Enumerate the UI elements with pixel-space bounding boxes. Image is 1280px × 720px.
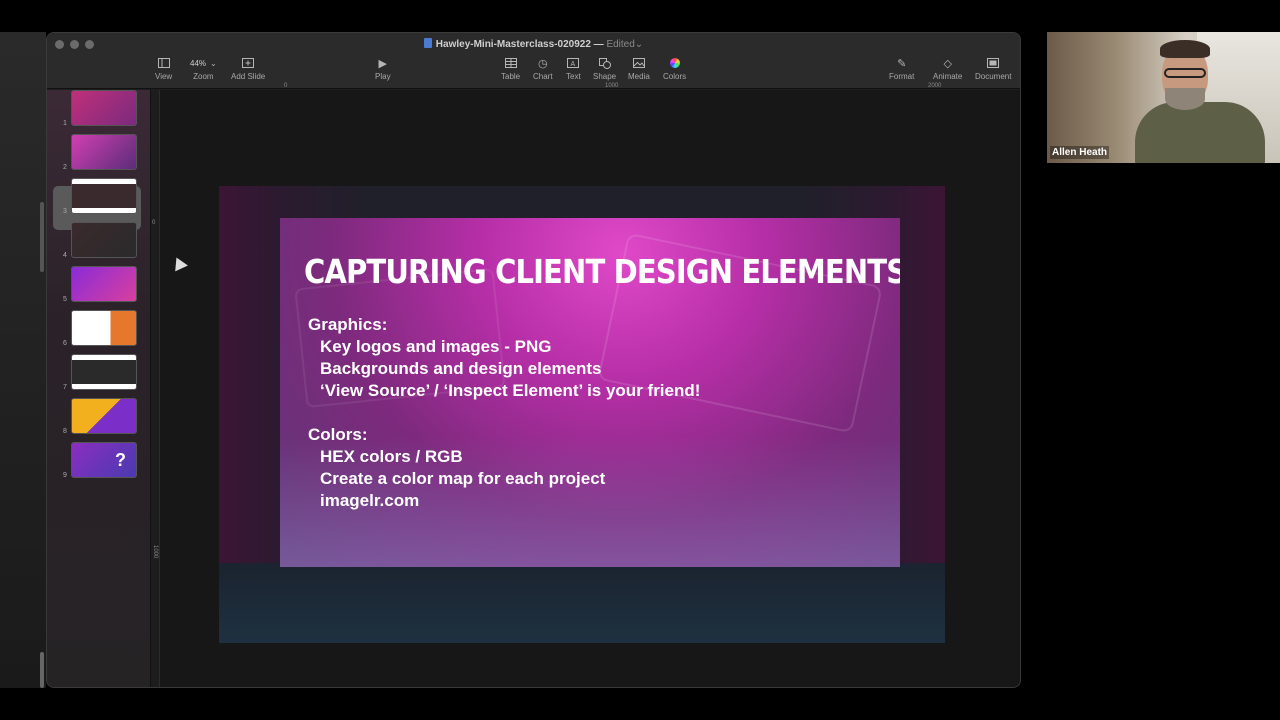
slide-thumbnail-4[interactable] [71, 222, 137, 258]
graphics-heading: Graphics: [308, 315, 388, 334]
participant-video[interactable]: Allen Heath [1047, 32, 1280, 163]
paintbrush-icon: ✎ [897, 57, 907, 70]
colors-item: HEX colors / RGB [320, 447, 463, 466]
slide-body-text[interactable]: Graphics: Key logos and images - PNG Bac… [308, 314, 700, 512]
view-button[interactable]: View [155, 55, 172, 81]
graphics-item: Backgrounds and design elements [320, 359, 602, 378]
ruler-mark: 0 [284, 83, 288, 89]
text-icon: A [567, 55, 580, 71]
ruler-mark: 0 [152, 220, 156, 226]
text-button[interactable]: A Text [566, 55, 581, 81]
add-slide-label: Add Slide [231, 72, 266, 81]
shape-icon [598, 55, 611, 71]
slide-thumbnail-9[interactable]: ? [71, 442, 137, 478]
colors-item: imagelr.com [320, 491, 420, 510]
graphics-item: Key logos and images - PNG [320, 337, 552, 356]
play-button[interactable]: ▶ Play [375, 55, 391, 82]
shape-label: Shape [593, 72, 617, 81]
document-title[interactable]: Hawley-Mini-Masterclass-020922 — Edited⌄ [47, 38, 1020, 50]
document-button[interactable]: Document [975, 55, 1011, 81]
slide-number: 3 [63, 208, 67, 215]
format-button[interactable]: ✎ Format [889, 55, 915, 82]
view-label: View [155, 72, 173, 81]
svg-text:A: A [571, 61, 576, 68]
toolbar: Hawley-Mini-Masterclass-020922 — Edited⌄… [47, 33, 1020, 89]
text-label: Text [566, 72, 581, 81]
chart-icon: ◷ [537, 57, 548, 70]
chart-button[interactable]: ◷ Chart [533, 55, 553, 82]
chart-label: Chart [533, 72, 553, 81]
slide-number: 8 [63, 428, 67, 435]
slide-number: 4 [63, 252, 67, 259]
slide-title[interactable]: CAPTURING CLIENT DESIGN ELEMENTS [304, 252, 900, 291]
participant-hair [1160, 40, 1210, 58]
slide-footer-band [219, 563, 945, 643]
document-label: Document [975, 72, 1012, 81]
zoom-label: Zoom [193, 72, 214, 81]
question-mark-icon: ? [115, 450, 126, 470]
colors-item: Create a color map for each project [320, 469, 606, 488]
slide-image-panel[interactable]: CAPTURING CLIENT DESIGN ELEMENTS Graphic… [280, 218, 900, 567]
participant-beard [1165, 88, 1205, 110]
document-title-text: Hawley-Mini-Masterclass-020922 [435, 39, 591, 50]
vertical-ruler: 0 1000 [151, 90, 160, 687]
slide-thumbnail-6[interactable] [71, 310, 137, 346]
media-label: Media [628, 72, 650, 81]
document-icon [423, 38, 432, 48]
zoom-value: 44% [190, 58, 207, 68]
current-slide[interactable]: CAPTURING CLIENT DESIGN ELEMENTS Graphic… [219, 186, 945, 643]
desktop-background [0, 32, 46, 688]
colors-button[interactable]: Colors [663, 55, 686, 81]
participant-glasses [1164, 68, 1206, 78]
ruler-mark: 2000 [928, 83, 942, 89]
slide-number: 5 [63, 296, 67, 303]
slide-canvas[interactable]: CAPTURING CLIENT DESIGN ELEMENTS Graphic… [160, 90, 1020, 687]
chevron-down-icon: ⌄ [210, 58, 217, 68]
zoom-button[interactable]: 44% ⌄ Zoom [190, 55, 217, 82]
animate-label: Animate [933, 72, 963, 81]
animate-button[interactable]: ◇ Animate [933, 55, 963, 82]
slide-number: 6 [63, 340, 67, 347]
sidebar-icon [157, 55, 170, 71]
ruler-mark: 1000 [605, 83, 619, 89]
slide-number: 2 [63, 164, 67, 171]
screen: Hawley-Mini-Masterclass-020922 — Edited⌄… [0, 0, 1280, 720]
table-icon [504, 55, 517, 71]
background-window-edge [40, 202, 44, 272]
shape-button[interactable]: Shape [593, 55, 616, 81]
slide-thumbnail-3[interactable] [71, 178, 137, 214]
slide-number: 9 [63, 472, 67, 479]
slide-number: 1 [63, 120, 67, 127]
slide-number: 7 [63, 384, 67, 391]
format-label: Format [889, 72, 915, 81]
slide-thumbnail-2[interactable] [71, 134, 137, 170]
colors-label: Colors [663, 72, 687, 81]
media-button[interactable]: Media [628, 55, 650, 81]
participant-body [1135, 102, 1265, 163]
ruler-mark: 1000 [152, 545, 158, 559]
add-slide-icon [242, 55, 255, 71]
play-icon: ▶ [378, 57, 388, 70]
background-window-edge [40, 652, 44, 688]
table-button[interactable]: Table [501, 55, 520, 81]
color-wheel-icon [669, 55, 680, 71]
chevron-down-icon[interactable]: ⌄ [635, 39, 643, 50]
slide-navigator: 1 2 3 4 5 6 7 8 9 ? [47, 90, 151, 687]
slide-thumbnail-8[interactable] [71, 398, 137, 434]
slide-thumbnail-5[interactable] [71, 266, 137, 302]
document-panel-icon [987, 55, 1000, 71]
graphics-item: ‘View Source’ / ‘Inspect Element’ is you… [320, 381, 701, 400]
colors-heading: Colors: [308, 425, 368, 444]
animate-icon: ◇ [943, 57, 952, 70]
keynote-window: Hawley-Mini-Masterclass-020922 — Edited⌄… [46, 32, 1021, 688]
slide-thumbnail-7[interactable] [71, 354, 137, 390]
edited-status[interactable]: Edited [606, 39, 634, 50]
play-label: Play [375, 72, 391, 81]
add-slide-button[interactable]: Add Slide [231, 55, 265, 81]
table-label: Table [501, 72, 521, 81]
title-separator: — [593, 39, 604, 50]
slide-thumbnail-1[interactable] [71, 90, 137, 126]
participant-name: Allen Heath [1050, 146, 1110, 159]
media-icon [632, 55, 645, 71]
